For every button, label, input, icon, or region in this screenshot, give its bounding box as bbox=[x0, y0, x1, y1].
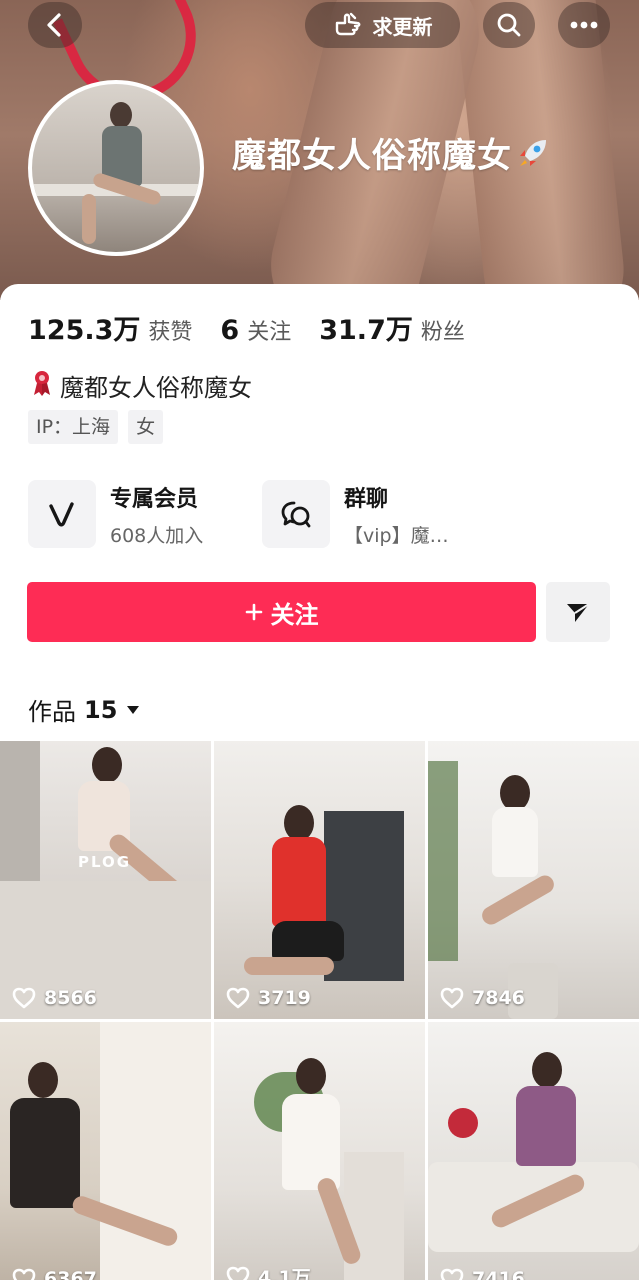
like-count-text: 3719 bbox=[258, 987, 311, 1009]
gender-tag: 女 bbox=[128, 410, 164, 444]
work-tile[interactable]: PLOG 8566 bbox=[0, 741, 211, 1019]
like-count: 3719 bbox=[226, 987, 311, 1009]
caret-down-icon bbox=[127, 705, 140, 714]
avatar-photo-shape bbox=[82, 194, 96, 244]
following-label[interactable]: 关注 bbox=[247, 314, 291, 346]
works-tab[interactable]: 作品 15 bbox=[28, 692, 141, 727]
following-count[interactable]: 6 bbox=[220, 315, 239, 346]
work-tile[interactable]: 7846 bbox=[428, 741, 639, 1019]
rocket-icon bbox=[516, 136, 550, 179]
thumbnail-shape bbox=[282, 1094, 340, 1190]
thumbnail-shape bbox=[532, 1052, 562, 1088]
group-chat-entry[interactable]: 群聊 【vip】魔… bbox=[262, 480, 449, 548]
thumbnail-shape bbox=[492, 807, 538, 877]
chat-bubbles-icon bbox=[281, 501, 311, 528]
heart-icon bbox=[226, 987, 250, 1009]
exclusive-membership-entry[interactable]: 专属会员 608人加入 bbox=[28, 480, 203, 548]
thumbnail-shape bbox=[244, 957, 334, 975]
likes-label: 获赞 bbox=[148, 320, 193, 345]
like-count-text: 6367 bbox=[44, 1268, 97, 1280]
thumbnail-shape bbox=[448, 1108, 478, 1138]
avatar-photo-shape bbox=[110, 102, 132, 128]
work-tile[interactable]: 3719 bbox=[214, 741, 425, 1019]
bio: 魔都女人俗称魔女 bbox=[30, 368, 252, 403]
like-count-text: 7416 bbox=[472, 1268, 525, 1280]
ribbon-icon bbox=[30, 369, 54, 403]
thumbnail-shape bbox=[10, 1098, 80, 1208]
heart-icon bbox=[12, 987, 36, 1009]
works-label: 作品 bbox=[28, 698, 76, 726]
search-button[interactable] bbox=[483, 2, 535, 48]
thumbnail-shape bbox=[284, 805, 314, 841]
likes-count: 125.3万 bbox=[28, 315, 141, 346]
more-button[interactable] bbox=[558, 2, 610, 48]
heart-icon bbox=[12, 1268, 36, 1280]
thumbnail-shape bbox=[92, 747, 122, 783]
thumbnail-shape bbox=[516, 1086, 576, 1166]
work-tile[interactable]: 7416 bbox=[428, 1022, 639, 1280]
back-button[interactable] bbox=[28, 2, 82, 48]
bio-text: 魔都女人俗称魔女 bbox=[60, 374, 252, 402]
thumbnail-shape bbox=[500, 775, 530, 811]
like-count: 6367 bbox=[12, 1268, 97, 1280]
thumbnail-shape bbox=[272, 921, 344, 961]
request-update-label: 求更新 bbox=[372, 14, 433, 39]
avatar[interactable] bbox=[28, 80, 204, 256]
like-count-text: 8566 bbox=[44, 987, 97, 1009]
request-update-button[interactable]: 求更新 bbox=[305, 2, 460, 48]
share-button[interactable] bbox=[546, 582, 610, 642]
followers-count[interactable]: 31.7万 bbox=[319, 308, 413, 347]
vip-icon-box bbox=[28, 480, 96, 548]
profile-nickname: 魔都女人俗称魔女 bbox=[232, 128, 550, 179]
ip-location-tag: IP：上海 bbox=[28, 410, 119, 444]
thumbnail-shape bbox=[272, 837, 326, 927]
group-chat-subtitle: 【vip】魔… bbox=[344, 524, 449, 547]
hand-point-icon bbox=[335, 12, 360, 36]
more-dots-icon bbox=[570, 21, 598, 29]
group-icon-box bbox=[262, 480, 330, 548]
profile-tags: IP：上海 女 bbox=[28, 410, 164, 444]
thumbnail-shape bbox=[428, 761, 458, 961]
follow-button[interactable]: 关注 bbox=[27, 582, 536, 642]
like-count: 8566 bbox=[12, 987, 97, 1009]
work-tile[interactable]: 6367 bbox=[0, 1022, 211, 1280]
like-count: 7846 bbox=[440, 987, 525, 1009]
follow-label: 关注 bbox=[270, 600, 319, 629]
heart-icon bbox=[440, 1268, 464, 1280]
work-tile[interactable]: 4.1万 bbox=[214, 1022, 425, 1280]
chevron-left-icon bbox=[47, 13, 61, 37]
works-count: 15 bbox=[84, 695, 118, 724]
like-count: 4.1万 bbox=[226, 1263, 311, 1280]
profile-stats: 125.3万 获赞 6 关注 31.7万 粉丝 bbox=[28, 308, 493, 347]
plog-badge: PLOG bbox=[78, 853, 132, 871]
like-count-text: 7846 bbox=[472, 987, 525, 1009]
membership-title: 专属会员 bbox=[110, 486, 199, 512]
membership-subtitle: 608人加入 bbox=[110, 524, 204, 547]
nickname-text: 魔都女人俗称魔女 bbox=[232, 136, 512, 176]
v-membership-icon bbox=[49, 502, 74, 527]
heart-icon bbox=[226, 1266, 250, 1280]
profile-cover: 求更新 魔都女人俗称魔女 bbox=[0, 0, 639, 300]
thumbnail-shape bbox=[28, 1062, 58, 1098]
like-count-text: 4.1万 bbox=[258, 1267, 311, 1280]
search-icon bbox=[497, 13, 521, 37]
like-count: 7416 bbox=[440, 1268, 525, 1280]
thumbnail-shape bbox=[296, 1058, 326, 1094]
plus-icon bbox=[245, 603, 262, 621]
group-chat-title: 群聊 bbox=[344, 486, 389, 512]
send-icon bbox=[567, 603, 590, 622]
heart-icon bbox=[440, 987, 464, 1009]
followers-label[interactable]: 粉丝 bbox=[421, 314, 465, 346]
